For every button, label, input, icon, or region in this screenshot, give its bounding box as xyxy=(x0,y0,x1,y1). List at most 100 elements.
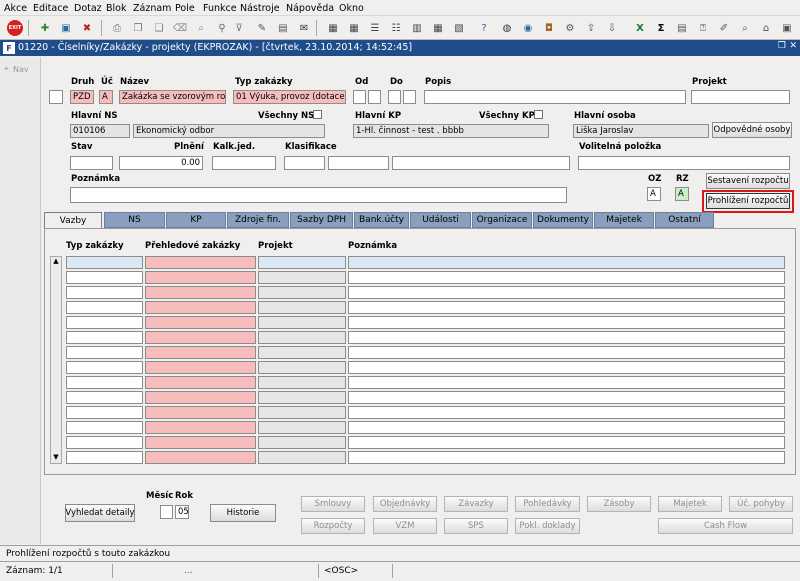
prohlizeni-rozpoctu-button[interactable]: Prohlížení rozpočtů xyxy=(706,193,790,209)
grid-cell-r8-c1[interactable] xyxy=(145,376,256,389)
volitelna-polozka-field[interactable] xyxy=(578,156,790,170)
delete-icon[interactable]: ✖ xyxy=(78,19,96,37)
stav-field[interactable] xyxy=(70,156,113,170)
copy-icon[interactable]: ❐ xyxy=(129,19,147,37)
grid-cell-r2-c2[interactable] xyxy=(258,286,346,299)
filter-icon[interactable]: ⊽ xyxy=(230,19,248,37)
grid-cell-r11-c1[interactable] xyxy=(145,421,256,434)
tab-kp[interactable]: KP xyxy=(166,212,226,228)
menu-okno[interactable]: Okno xyxy=(339,3,364,14)
tab-majetek[interactable]: Majetek xyxy=(594,212,654,228)
klasifikace-field-3[interactable] xyxy=(392,156,570,170)
grid-cell-r12-c0[interactable] xyxy=(66,436,143,449)
grid-cell-r8-c3[interactable] xyxy=(348,376,785,389)
grid-cell-r12-c3[interactable] xyxy=(348,436,785,449)
poznamka-field[interactable] xyxy=(70,187,567,203)
klasifikace-field-2[interactable] xyxy=(328,156,389,170)
zasoby-button[interactable]: Zásoby xyxy=(587,496,651,512)
sestaveni-rozpoctu-button[interactable]: Sestavení rozpočtu xyxy=(706,173,790,189)
grid-cell-r1-c0[interactable] xyxy=(66,271,143,284)
pokl-doklady-button[interactable]: Pokl. doklady xyxy=(515,518,580,534)
nav-label[interactable]: Nav xyxy=(13,65,29,74)
grid-cell-r4-c0[interactable] xyxy=(66,316,143,329)
close-icon[interactable]: ✕ xyxy=(789,41,797,51)
objednavky-button[interactable]: Objednávky xyxy=(373,496,437,512)
question-icon[interactable]: ⍰ xyxy=(694,19,712,37)
zavazky-button[interactable]: Závazky xyxy=(444,496,508,512)
list2-icon[interactable]: ☷ xyxy=(387,19,405,37)
grid-cell-r3-c1[interactable] xyxy=(145,301,256,314)
help-icon[interactable]: ? xyxy=(475,19,493,37)
settings-icon[interactable]: ⚙ xyxy=(561,19,579,37)
menu-blok[interactable]: Blok xyxy=(106,3,126,14)
grid-cell-r5-c2[interactable] xyxy=(258,331,346,344)
grid-cell-r2-c3[interactable] xyxy=(348,286,785,299)
projekt-field[interactable] xyxy=(691,90,790,104)
excel-icon[interactable]: X xyxy=(631,19,649,37)
menu-akce[interactable]: Akce xyxy=(4,3,27,14)
vyhledat-detaily-button[interactable]: Vyhledat detaily xyxy=(65,504,135,522)
rok-field[interactable]: 05 xyxy=(175,505,189,519)
exit-button[interactable]: EXIT xyxy=(6,19,24,37)
grid-cell-r11-c3[interactable] xyxy=(348,421,785,434)
home-icon[interactable]: ⌂ xyxy=(757,19,775,37)
network-icon[interactable]: ◉ xyxy=(519,19,537,37)
od-field-2[interactable] xyxy=(368,90,381,104)
tab-vazby[interactable]: Vazby xyxy=(44,212,102,229)
historie-button[interactable]: Historie xyxy=(210,504,276,522)
grid-cell-r3-c2[interactable] xyxy=(258,301,346,314)
grid-cell-r0-c0[interactable] xyxy=(66,256,143,269)
menu-zaznam[interactable]: Záznam xyxy=(133,3,171,14)
grid-cell-r13-c3[interactable] xyxy=(348,451,785,464)
grid-cell-r7-c2[interactable] xyxy=(258,361,346,374)
menu-napoveda[interactable]: Nápověda xyxy=(286,3,334,14)
list-icon[interactable]: ☰ xyxy=(366,19,384,37)
grid-cell-r6-c0[interactable] xyxy=(66,346,143,359)
grid-cell-r9-c1[interactable] xyxy=(145,391,256,404)
chart-icon[interactable]: ▧ xyxy=(450,19,468,37)
odpovedne-osoby-button[interactable]: Odpovědné osoby xyxy=(712,122,792,138)
kalk-jed-field[interactable] xyxy=(212,156,276,170)
grid-cell-r10-c3[interactable] xyxy=(348,406,785,419)
grid-scrollbar[interactable]: ▲ ▼ xyxy=(50,256,62,464)
grid-icon[interactable]: ▦ xyxy=(429,19,447,37)
calendar-icon[interactable]: ▦ xyxy=(324,19,342,37)
grid-cell-r0-c1[interactable] xyxy=(145,256,256,269)
grid-cell-r13-c2[interactable] xyxy=(258,451,346,464)
typ-zakazky-field[interactable]: 01 Výuka, provoz (dotace) xyxy=(233,90,346,104)
grid-cell-r13-c0[interactable] xyxy=(66,451,143,464)
do-field-2[interactable] xyxy=(403,90,416,104)
oz-field[interactable]: A xyxy=(647,187,661,201)
grid-cell-r4-c3[interactable] xyxy=(348,316,785,329)
tab-ostatni[interactable]: Ostatní xyxy=(655,212,714,228)
export-icon[interactable]: ⇪ xyxy=(582,19,600,37)
grid-cell-r9-c0[interactable] xyxy=(66,391,143,404)
vsechny-kp-checkbox[interactable] xyxy=(534,110,543,119)
grid-cell-r2-c0[interactable] xyxy=(66,286,143,299)
grid-cell-r11-c0[interactable] xyxy=(66,421,143,434)
grid-cell-r0-c2[interactable] xyxy=(258,256,346,269)
grid-cell-r11-c2[interactable] xyxy=(258,421,346,434)
scroll-up-icon[interactable]: ▲ xyxy=(51,257,61,267)
grid-cell-r8-c2[interactable] xyxy=(258,376,346,389)
druh-field[interactable]: PZD xyxy=(70,90,94,104)
mesic-field[interactable] xyxy=(160,505,173,519)
tab-ns[interactable]: NS xyxy=(104,212,165,228)
import-icon[interactable]: ⇩ xyxy=(603,19,621,37)
popis-field[interactable] xyxy=(424,90,686,104)
pohledavky-button[interactable]: Pohledávky xyxy=(515,496,580,512)
grid-cell-r1-c3[interactable] xyxy=(348,271,785,284)
menu-nastroje[interactable]: Nástroje xyxy=(240,3,280,14)
klasifikace-field-1[interactable] xyxy=(284,156,325,170)
grid-cell-r7-c0[interactable] xyxy=(66,361,143,374)
menu-editace[interactable]: Editace xyxy=(33,3,68,14)
rz-field[interactable]: A xyxy=(675,187,689,201)
sps-button[interactable]: SPS xyxy=(444,518,508,534)
grid-cell-r8-c0[interactable] xyxy=(66,376,143,389)
grid-cell-r9-c3[interactable] xyxy=(348,391,785,404)
grid-cell-r13-c1[interactable] xyxy=(145,451,256,464)
do-field-1[interactable] xyxy=(388,90,401,104)
tab-udalosti[interactable]: Události xyxy=(410,212,471,228)
grid-cell-r5-c0[interactable] xyxy=(66,331,143,344)
hlavni-osoba-field[interactable]: Liška Jaroslav xyxy=(573,124,709,138)
